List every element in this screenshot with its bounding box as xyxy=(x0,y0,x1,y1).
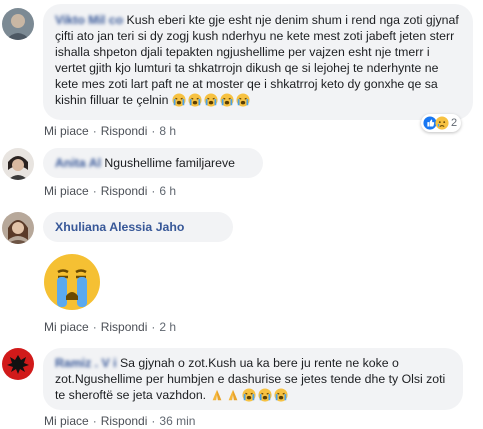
comment-text: Ngushellime familjareve xyxy=(104,156,235,170)
comment-author[interactable]: Anita Al xyxy=(55,156,104,170)
timestamp[interactable]: 36 min xyxy=(159,414,195,428)
emoji-row xyxy=(172,93,252,107)
crying-face-icon xyxy=(204,93,218,107)
comment-actions: Mi piace · Rispondi · 2 h xyxy=(44,320,177,334)
crying-face-icon xyxy=(220,93,234,107)
comment-bubble: Xhuliana Alessia Jaho xyxy=(43,212,233,242)
comment-author[interactable]: Xhuliana Alessia Jaho xyxy=(55,220,184,234)
comment-bubble: Vikto Mil co Kush eberi kte gje esht nje… xyxy=(43,4,473,120)
emoji-row xyxy=(210,388,290,402)
crying-face-icon xyxy=(273,388,288,402)
avatar[interactable] xyxy=(2,8,34,40)
comment-actions: Mi piace · Rispondi · 8 h xyxy=(44,124,177,138)
timestamp[interactable]: 2 h xyxy=(159,320,176,334)
praying-hands-icon xyxy=(228,389,237,401)
avatar[interactable] xyxy=(2,148,34,180)
avatar[interactable] xyxy=(2,348,34,380)
reply-link[interactable]: Rispondi xyxy=(101,414,148,428)
crying-face-icon xyxy=(241,388,256,402)
like-link[interactable]: Mi piace xyxy=(44,320,89,334)
crying-face-icon xyxy=(236,93,250,107)
like-link[interactable]: Mi piace xyxy=(44,414,89,428)
timestamp[interactable]: 8 h xyxy=(159,124,176,138)
comment-actions: Mi piace · Rispondi · 6 h xyxy=(44,184,177,198)
comment-actions: Mi piace · Rispondi · 36 min xyxy=(44,414,196,428)
sad-reaction-icon xyxy=(435,116,449,130)
reply-link[interactable]: Rispondi xyxy=(101,184,148,198)
comment-bubble: Ramiz . V i Sa gjynah o zot.Kush ua ka b… xyxy=(43,348,463,410)
reaction-summary[interactable]: 2 xyxy=(421,114,462,132)
timestamp[interactable]: 6 h xyxy=(159,184,176,198)
comment-author[interactable]: Vikto Mil co xyxy=(55,13,123,27)
praying-hands-icon xyxy=(212,389,221,401)
comment-text: Kush eberi kte gje esht nje denim shum i… xyxy=(55,13,459,107)
like-link[interactable]: Mi piace xyxy=(44,184,89,198)
comment-bubble: Anita Al Ngushellime familjareve xyxy=(43,148,263,178)
comment-author[interactable]: Ramiz . V i xyxy=(55,356,117,370)
reply-link[interactable]: Rispondi xyxy=(101,320,148,334)
big-crying-face-icon xyxy=(44,254,100,310)
reply-link[interactable]: Rispondi xyxy=(101,124,148,138)
crying-face-icon xyxy=(188,93,202,107)
avatar[interactable] xyxy=(2,212,34,244)
crying-face-icon xyxy=(257,388,272,402)
crying-face-icon xyxy=(172,93,186,107)
reaction-count: 2 xyxy=(451,117,458,129)
like-link[interactable]: Mi piace xyxy=(44,124,89,138)
